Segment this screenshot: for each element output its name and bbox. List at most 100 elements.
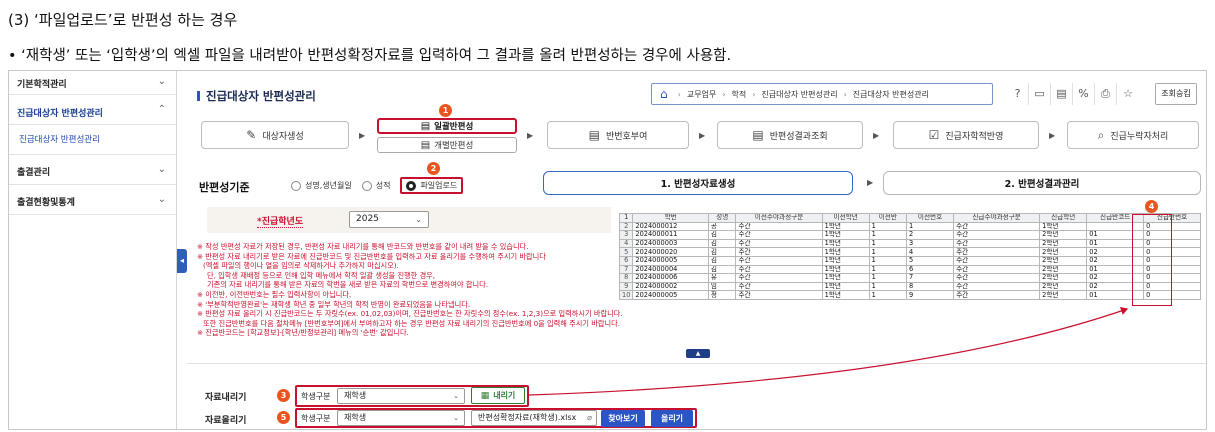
- excel-cell: 2학년: [1039, 247, 1088, 257]
- download-student-type-select[interactable]: 재학생 ⌄: [337, 388, 465, 404]
- star-icon[interactable]: ☆: [1117, 83, 1139, 105]
- step-target-generation[interactable]: ✎ 대상자생성: [201, 121, 349, 149]
- document-icon: ▤: [420, 120, 431, 132]
- excel-cell: 1: [868, 281, 907, 292]
- doc-description: • ‘재학생’ 또는 ‘입학생’의 엑셀 파일을 내려받아 반편성확정자료를 입…: [8, 48, 732, 64]
- excel-col-header: 학번: [632, 213, 709, 223]
- upload-button[interactable]: 올리기: [651, 410, 693, 427]
- breadcrumb-item[interactable]: 진급대상자 반편성관리: [853, 89, 929, 100]
- excel-col-header: 이전반: [868, 213, 907, 223]
- excel-cell: 1: [868, 247, 907, 257]
- excel-cell: 1학년: [821, 247, 870, 257]
- excel-row-number: 4: [618, 238, 634, 249]
- excel-cell: 2학년: [1039, 255, 1088, 266]
- excel-row: 9 2024000002 임 주간 1학년 1 8 주간 2학년 02 0: [618, 281, 1201, 292]
- student-type-label: 학생구분: [301, 414, 331, 423]
- collapse-up-icon[interactable]: ▲: [686, 349, 710, 358]
- excel-cell: 주간: [953, 221, 1041, 232]
- excel-cell: 1학년: [821, 230, 870, 240]
- phase-arrow-icon: ▶: [867, 178, 874, 187]
- excel-cell: 주간: [735, 290, 823, 300]
- excel-col-header: 이전학년: [821, 213, 870, 223]
- excel-cell: 2학년: [1039, 264, 1088, 275]
- sidebar-item-label: 출결현황및통계: [17, 198, 75, 208]
- step-number-assignment[interactable]: ▤ 반번호부여: [547, 121, 689, 149]
- step-result-view[interactable]: ▤ 반편성결과조회: [717, 121, 863, 149]
- excel-cell: 1: [868, 230, 907, 240]
- browse-button[interactable]: 찾아보기: [601, 410, 645, 427]
- sidebar-collapse-toggle[interactable]: ◂: [177, 249, 187, 273]
- callout-badge-1: 1: [439, 104, 452, 117]
- main-content: 진급대상자 반편성관리 ⌂ › 교무업무 › 학적 › 진급대상자 반편성관리 …: [187, 71, 1206, 429]
- print-icon[interactable]: ⎙: [1095, 83, 1117, 105]
- excel-col-header: 진급주야과정구분: [953, 213, 1041, 223]
- document-icon[interactable]: ▤: [1051, 83, 1073, 105]
- download-button[interactable]: ▦ 내리기: [471, 387, 525, 404]
- excel-cell: 김: [707, 255, 737, 266]
- upload-file-field[interactable]: 반편성확정자료(재학생).xlsx ⌀: [471, 410, 597, 426]
- sidebar-item-basic-records[interactable]: 기본학적관리 ⌄: [9, 71, 176, 95]
- home-icon[interactable]: ⌂: [660, 87, 668, 101]
- section-divider: [187, 363, 1206, 364]
- radio-option-score[interactable]: 성적: [361, 180, 391, 191]
- excel-row-number: 3: [618, 230, 634, 240]
- excel-cell: 2024000005: [632, 290, 709, 300]
- callout-badge-5: 5: [277, 411, 290, 424]
- query-button[interactable]: 조회승킴: [1155, 83, 1197, 105]
- phase-data-generation[interactable]: 1. 반편성자료생성: [543, 171, 853, 195]
- excel-row: 4 2024000003 김 주간 1학년 1 3 주간 2학년 01 0: [618, 238, 1201, 249]
- upload-student-type-select[interactable]: 재학생 ⌄: [337, 410, 465, 426]
- excel-cell: 주간: [735, 273, 823, 283]
- excel-cell: 2학년: [1039, 238, 1088, 249]
- sidebar-item-class-assignment[interactable]: 진급대상자 반편성관리: [9, 125, 176, 155]
- excel-row-number: 10: [618, 290, 634, 300]
- excel-cell: 1: [868, 273, 907, 283]
- link-icon[interactable]: %: [1073, 83, 1095, 105]
- excel-cell: 김: [707, 238, 737, 249]
- step-label: 개별반편성: [434, 141, 474, 151]
- breadcrumb-item[interactable]: 학적: [731, 89, 746, 100]
- sidebar-item-label: 진급대상자 반편성관리: [19, 135, 100, 145]
- sidebar: 기본학적관리 ⌄ 진급대상자 반편성관리 ⌃ 진급대상자 반편성관리 출결관리 …: [9, 71, 177, 429]
- excel-row-number: 6: [618, 255, 634, 266]
- step-individual-assignment[interactable]: ▤ 개별반편성: [377, 137, 517, 153]
- step-label: 대상자생성: [262, 131, 304, 142]
- excel-row-number: 5: [618, 247, 634, 257]
- excel-cell: 2학년: [1039, 290, 1088, 300]
- excel-cell: 주간: [735, 264, 823, 275]
- sidebar-item-attendance[interactable]: 출결관리 ⌄: [9, 155, 176, 185]
- sidebar-item-label: 기본학적관리: [17, 80, 67, 90]
- notice-line: 또한 진급반번호를 다음 절차메뉴 [반번호부여]에서 부여하고자 하는 경우 …: [203, 318, 621, 328]
- radio-option-file-upload[interactable]: 파일업로드: [400, 177, 464, 194]
- notice-line: ※ 진급반코드는 [학교정보]-[학년/반정보관리] 메뉴의 '순번' 값입니다…: [197, 328, 409, 338]
- step-arrow-icon: ▶: [1049, 131, 1056, 140]
- radio-label: 성적: [375, 181, 391, 190]
- message-icon[interactable]: ▭: [1029, 83, 1051, 105]
- excel-row-number: 2: [618, 221, 634, 232]
- excel-cell: 1: [868, 264, 907, 275]
- sidebar-item-class-assignment-group[interactable]: 진급대상자 반편성관리 ⌃: [9, 95, 176, 125]
- breadcrumb-item[interactable]: 교무업무: [687, 89, 716, 100]
- student-type-label: 학생구분: [301, 392, 331, 401]
- sidebar-item-attendance-stats[interactable]: 출결현황및통계 ⌄: [9, 185, 176, 215]
- notice-line: (엑셀 파일의 행이나 열을 임의로 삭제하거나 추가하지 마십시오).: [203, 261, 399, 271]
- excel-cell: 김: [707, 264, 737, 275]
- app-window: 기본학적관리 ⌄ 진급대상자 반편성관리 ⌃ 진급대상자 반편성관리 출결관리 …: [8, 70, 1207, 430]
- breadcrumb-separator: ›: [752, 89, 756, 99]
- breadcrumb-item[interactable]: 진급대상자 반편성관리: [761, 89, 837, 100]
- chevron-down-icon: ⌄: [415, 215, 422, 224]
- step-label: 반편성결과조회: [769, 131, 828, 142]
- radio-option-name-birth[interactable]: 성명,생년월일: [291, 180, 352, 191]
- phase-result-management[interactable]: 2. 반편성결과관리: [883, 171, 1201, 195]
- step-batch-assignment[interactable]: ▤ 일괄반편성: [377, 118, 517, 134]
- year-select[interactable]: 2025 ⌄: [349, 211, 429, 228]
- excel-cell: 김: [707, 230, 737, 240]
- help-icon[interactable]: ?: [1007, 83, 1029, 105]
- excel-cell: 2024000011: [632, 230, 709, 240]
- excel-cell: 유: [707, 273, 737, 283]
- step-omitted-students[interactable]: ⌕ 진급누락자처리: [1067, 121, 1199, 149]
- excel-col-header: 이전번호: [905, 213, 955, 223]
- excel-header-row: 1 학번 성명 이전주야과정구분 이전학년 이전반 이전번호 진급주야과정구분 …: [618, 213, 1201, 223]
- step-record-apply[interactable]: ☑ 진급자학적반영: [893, 121, 1039, 149]
- chevron-down-icon: ⌄: [157, 194, 166, 205]
